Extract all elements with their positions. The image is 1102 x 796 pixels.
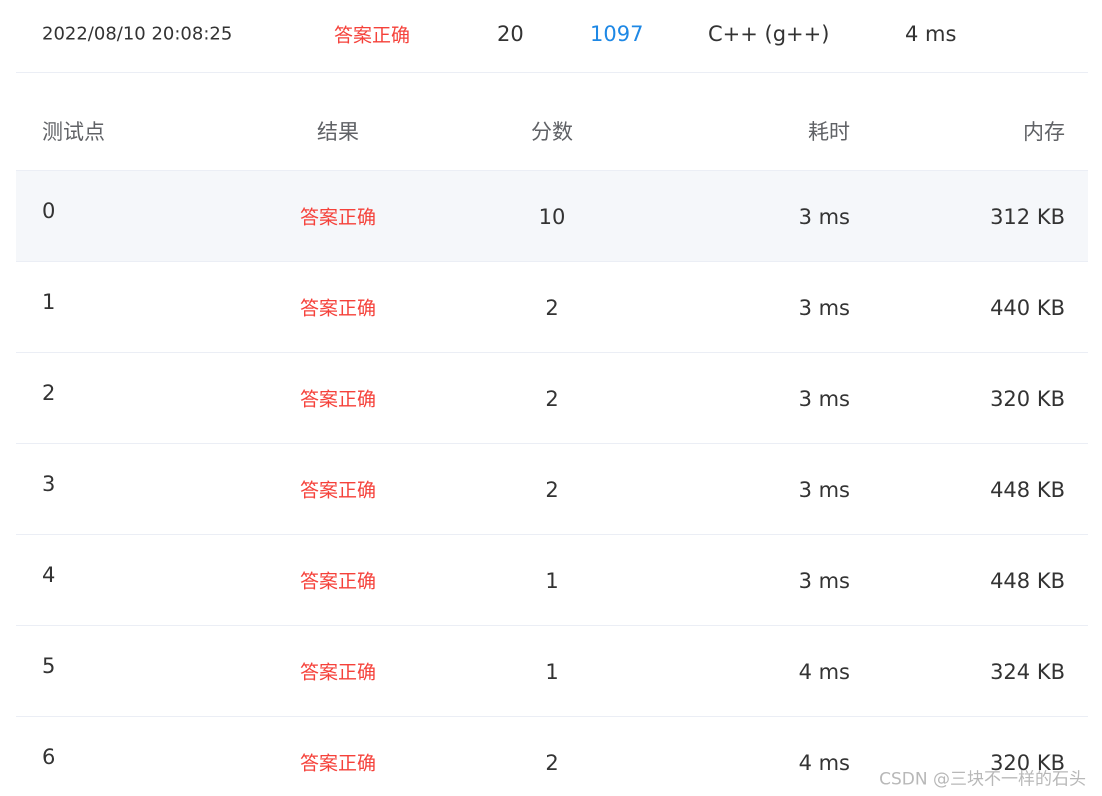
cell-case: 6	[42, 745, 56, 769]
cell-result: 答案正确	[299, 479, 377, 502]
cell-result: 答案正确	[299, 661, 377, 684]
total-runtime: 4 ms	[905, 22, 957, 46]
cell-memory: 320 KB	[990, 387, 1065, 411]
cell-time: 3 ms	[798, 387, 850, 411]
cell-case: 1	[42, 290, 56, 314]
cell-score: 2	[545, 387, 559, 411]
cell-memory: 312 KB	[990, 205, 1065, 229]
status-badge: 答案正确	[334, 24, 411, 47]
cell-memory: 324 KB	[990, 660, 1065, 684]
cell-time: 3 ms	[798, 478, 850, 502]
cell-score: 1	[545, 569, 559, 593]
header-score: 分数	[531, 120, 573, 144]
table-row: 2 答案正确 2 3 ms 320 KB	[16, 353, 1088, 444]
header-time: 耗时	[808, 120, 850, 144]
cell-score: 10	[538, 205, 566, 229]
cell-score: 2	[545, 478, 559, 502]
cell-case: 0	[42, 199, 56, 223]
cell-score: 1	[545, 660, 559, 684]
table-row: 1 答案正确 2 3 ms 440 KB	[16, 262, 1088, 353]
header-memory: 内存	[1023, 120, 1065, 144]
submission-detail-page: 2022/08/10 20:08:25 答案正确 20 1097 C++ (g+…	[0, 0, 1102, 796]
cell-score: 2	[545, 296, 559, 320]
cell-result: 答案正确	[299, 752, 377, 775]
cell-case: 4	[42, 563, 56, 587]
cell-result: 答案正确	[299, 570, 377, 593]
problem-link[interactable]: 1097	[590, 22, 643, 46]
submit-time: 2022/08/10 20:08:25	[42, 23, 233, 45]
table-row: 5 答案正确 1 4 ms 324 KB	[16, 626, 1088, 717]
cell-case: 2	[42, 381, 56, 405]
cell-memory: 448 KB	[990, 569, 1065, 593]
total-score: 20	[497, 22, 524, 46]
submission-summary-row: 2022/08/10 20:08:25 答案正确 20 1097 C++ (g+…	[16, 0, 1088, 73]
cell-result: 答案正确	[299, 388, 377, 411]
watermark-text: CSDN @三块不一样的石头	[879, 769, 1086, 790]
cell-memory: 440 KB	[990, 296, 1065, 320]
header-result: 结果	[317, 120, 359, 144]
cell-time: 4 ms	[798, 751, 850, 775]
table-row: 4 答案正确 1 3 ms 448 KB	[16, 535, 1088, 626]
cell-result: 答案正确	[299, 297, 377, 320]
cell-memory: 448 KB	[990, 478, 1065, 502]
table-row: 0 答案正确 10 3 ms 312 KB	[16, 171, 1088, 262]
cell-case: 3	[42, 472, 56, 496]
test-case-table: 测试点 结果 分数 耗时 内存 0 答案正确 10 3 ms 312 KB 1 …	[16, 93, 1088, 796]
cell-time: 3 ms	[798, 296, 850, 320]
cell-result: 答案正确	[299, 206, 377, 229]
cell-time: 3 ms	[798, 569, 850, 593]
cell-case: 5	[42, 654, 56, 678]
header-case: 测试点	[42, 120, 105, 144]
cell-score: 2	[545, 751, 559, 775]
language-label: C++ (g++)	[708, 22, 830, 46]
table-row: 3 答案正确 2 3 ms 448 KB	[16, 444, 1088, 535]
cell-time: 4 ms	[798, 660, 850, 684]
table-header: 测试点 结果 分数 耗时 内存	[16, 93, 1088, 171]
cell-time: 3 ms	[798, 205, 850, 229]
